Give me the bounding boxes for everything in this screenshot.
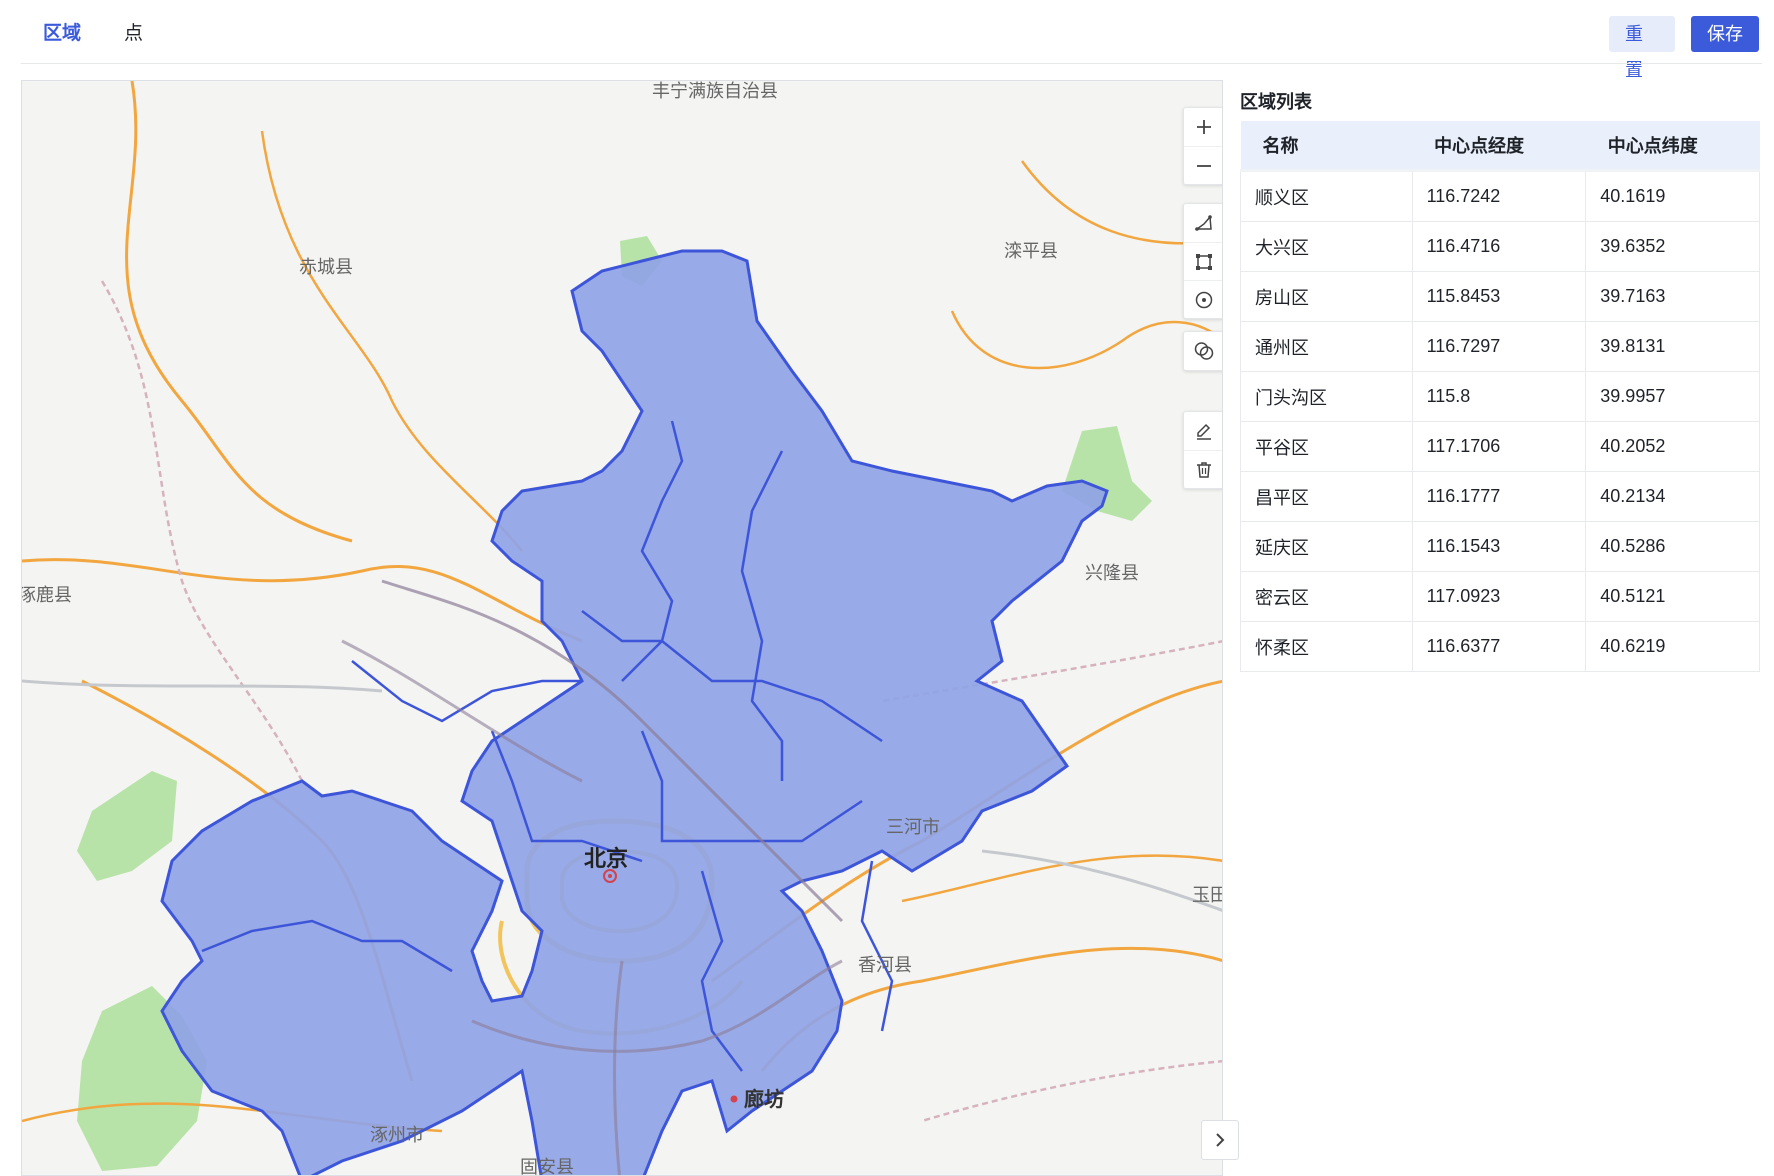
map-label-chicheng: 赤城县 [299,257,353,277]
cell-lng: 116.7297 [1411,321,1587,372]
table-row[interactable]: 延庆区 116.1543 40.5286 [1240,521,1760,572]
cell-name: 通州区 [1240,321,1413,372]
cell-name: 延庆区 [1240,521,1413,572]
table-row[interactable]: 大兴区 116.4716 39.6352 [1240,221,1760,272]
map-label-zhuolu: 涿鹿县 [21,585,72,605]
railway [921,1059,1222,1123]
zoom-controls [1183,107,1222,185]
column-header-name: 名称 [1240,118,1413,172]
region-list-title: 区域列表 [1240,92,1312,112]
cell-lat: 40.5121 [1585,571,1760,622]
cell-name: 顺义区 [1240,170,1413,222]
cell-name: 平谷区 [1240,421,1413,472]
reset-button[interactable]: 重置 [1609,16,1675,80]
draw-rectangle-button[interactable] [1184,242,1222,280]
cell-lat: 39.9957 [1585,371,1760,422]
edit-tools [1183,411,1222,489]
top-toolbar: 区域 点 重置 保存 [0,0,1774,80]
cell-lng: 116.4716 [1411,221,1587,272]
map-label-xianghe: 香河县 [858,955,912,975]
edit-button[interactable] [1184,412,1222,450]
panel-toggle-button[interactable] [1201,1120,1239,1160]
cell-lat: 40.6219 [1585,621,1760,672]
road [260,130,523,552]
cell-name: 大兴区 [1240,221,1413,272]
cell-lng: 117.1706 [1411,421,1587,472]
map-label-guan: 固安县 [520,1157,574,1176]
trash-icon [1197,461,1211,478]
cell-name: 昌平区 [1240,471,1413,522]
table-header-row: 名称 中心点经度 中心点纬度 [1240,118,1760,172]
column-header-lng: 中心点经度 [1412,118,1586,172]
map-label-yutian: 玉田 [1192,885,1222,905]
cell-lng: 115.8 [1411,371,1587,422]
langfang-marker [730,1095,738,1103]
cell-lat: 40.1619 [1585,170,1760,222]
cell-name: 房山区 [1240,271,1413,322]
cell-lat: 40.2134 [1585,471,1760,522]
region-table: 名称 中心点经度 中心点纬度 顺义区 116.7242 40.1619 大兴区 116… [1240,118,1760,672]
overlap-button[interactable] [1184,332,1222,370]
map-label-zhuozhou: 涿州市 [370,1125,424,1145]
table-row[interactable]: 门头沟区 115.8 39.9957 [1240,371,1760,422]
plus-icon [1197,120,1211,134]
cell-lng: 116.1777 [1411,471,1587,522]
tab-point[interactable]: 点 [124,18,143,50]
beijing-marker-dot [608,874,612,878]
map-label-luanping: 滦平县 [1004,241,1058,261]
delete-button[interactable] [1184,450,1222,488]
table-row[interactable]: 怀柔区 116.6377 40.6219 [1240,621,1760,672]
park-area [77,771,177,881]
zoom-out-button[interactable] [1184,146,1222,184]
overlap-tools [1183,331,1222,371]
map-label-beijing: 北京 [584,846,629,871]
overlap-circles-icon [1194,342,1214,360]
table-row[interactable]: 平谷区 117.1706 40.2052 [1240,421,1760,472]
tab-region[interactable]: 区域 [43,18,81,50]
table-row[interactable]: 通州区 116.7297 39.8131 [1240,321,1760,372]
cell-lat: 39.7163 [1585,271,1760,322]
table-row[interactable]: 密云区 117.0923 40.5121 [1240,571,1760,622]
cell-name: 门头沟区 [1240,371,1413,422]
cell-lng: 115.8453 [1411,271,1587,322]
circle-icon [1195,291,1213,308]
railway [981,849,1222,912]
cell-lng: 116.7242 [1411,170,1587,222]
table-row[interactable]: 房山区 115.8453 39.7163 [1240,271,1760,322]
minus-icon [1197,164,1211,167]
draw-circle-button[interactable] [1184,280,1222,318]
railway [22,679,383,693]
road [22,558,583,643]
polyline-icon [1194,215,1212,231]
cell-lat: 40.2052 [1585,421,1760,472]
cell-name: 怀柔区 [1240,621,1413,672]
cell-lat: 40.5286 [1585,521,1760,572]
cell-lng: 116.6377 [1411,621,1587,672]
map-label-sanhe: 三河市 [886,817,940,837]
district-border [860,860,894,1032]
draw-tools [1183,203,1222,319]
zoom-in-button[interactable] [1184,108,1222,146]
table-row[interactable]: 顺义区 116.7242 40.1619 [1240,170,1760,222]
draw-polyline-button[interactable] [1184,204,1222,242]
cell-lng: 116.1543 [1411,521,1587,572]
cell-lat: 39.6352 [1585,221,1760,272]
cell-lat: 39.8131 [1585,321,1760,372]
rectangle-icon [1196,253,1212,270]
save-button[interactable]: 保存 [1691,16,1759,52]
toolbar-divider [21,63,1762,64]
map-label-xinglong: 兴隆县 [1085,563,1139,583]
map-canvas[interactable]: 丰宁满族自治县 赤城县 滦平县 兴隆县 涿鹿县 三河市 玉田 香河县 廊坊 涿州… [21,80,1223,1176]
cell-lng: 117.0923 [1411,571,1587,622]
cell-name: 密云区 [1240,571,1413,622]
map-label-langfang: 廊坊 [744,1089,784,1111]
map-label-fengning: 丰宁满族自治县 [652,81,778,101]
pencil-icon [1197,423,1211,440]
column-header-lat: 中心点纬度 [1585,118,1760,172]
chevron-right-icon [1216,1133,1225,1147]
table-row[interactable]: 昌平区 116.1777 40.2134 [1240,471,1760,522]
